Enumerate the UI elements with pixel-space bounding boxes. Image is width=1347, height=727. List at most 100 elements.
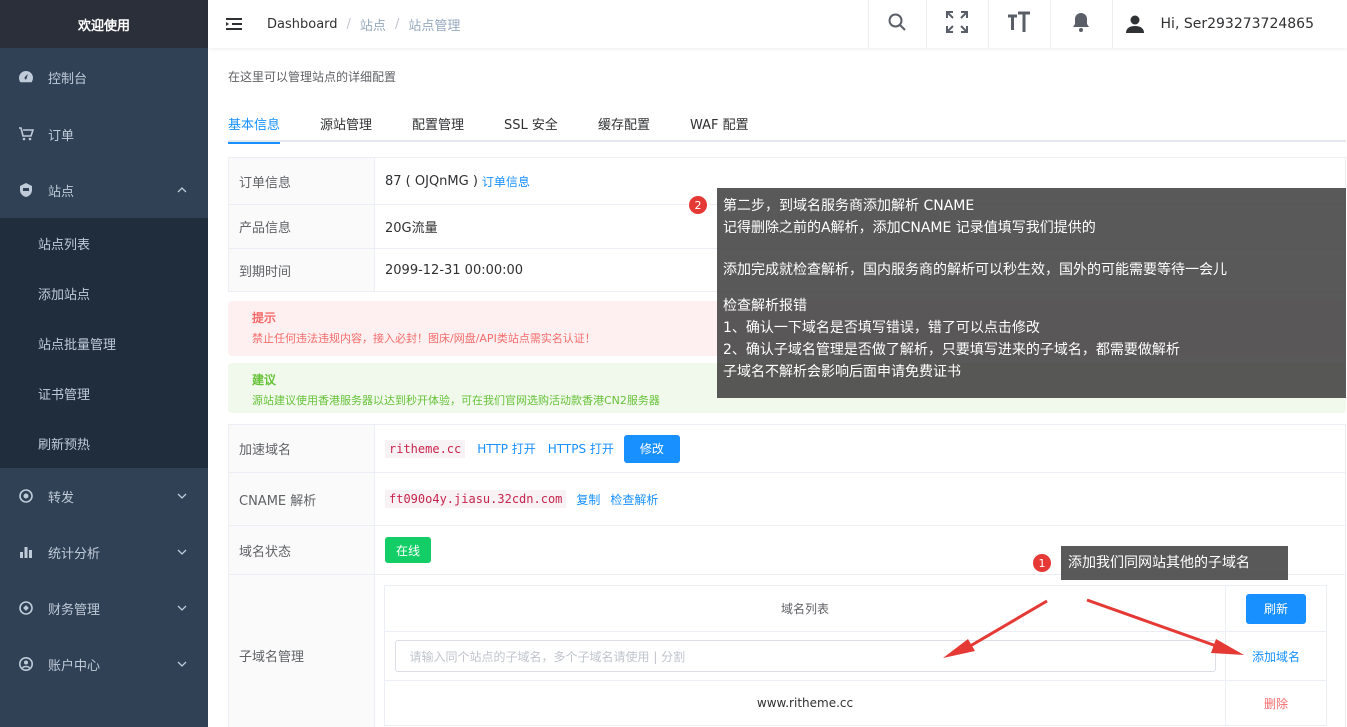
sidebar: 欢迎使用 控制台 订单 站点 站点列表 添加站点 站点批量管理 证书管理 刷新预… (0, 0, 208, 727)
chevron-down-icon (176, 546, 188, 558)
step2-line: 子域名不解析会影响后面申请免费证书 (723, 364, 961, 380)
domain-value: ritheme.cc (385, 439, 466, 458)
header-actions: Hi, Ser293273724865 (867, 0, 1347, 48)
tab-ssl[interactable]: SSL 安全 (504, 114, 558, 142)
domain-list-header: 域名列表 (385, 586, 1226, 631)
tab-bar: 基本信息 源站管理 配置管理 SSL 安全 缓存配置 WAF 配置 (228, 114, 1346, 144)
chevron-down-icon (176, 658, 188, 670)
page-description: 在这里可以管理站点的详细配置 (228, 70, 397, 84)
https-open-link[interactable]: HTTPS 打开 (548, 440, 614, 457)
forward-icon (18, 488, 34, 504)
user-greeting: Hi, Ser293273724865 (1160, 16, 1314, 32)
step2-line: 检查解析报错 (723, 298, 807, 314)
sidebar-item-label: 账户中心 (48, 658, 101, 674)
chevron-up-icon (176, 184, 188, 196)
sidebar-item-forward[interactable]: 转发 (0, 468, 208, 524)
status-label: 域名状态 (229, 526, 375, 574)
refresh-button[interactable]: 刷新 (1246, 593, 1306, 624)
sidebar-subitem-add-site[interactable]: 添加站点 (0, 268, 208, 318)
breadcrumb-sites[interactable]: 站点 (360, 15, 386, 34)
sidebar-item-statistics[interactable]: 统计分析 (0, 524, 208, 580)
sidebar-subitem-site-list[interactable]: 站点列表 (0, 218, 208, 268)
check-dns-link[interactable]: 检查解析 (610, 491, 658, 508)
breadcrumb-site-manage: 站点管理 (408, 18, 461, 34)
breadcrumb: Dashboard / 站点 / 站点管理 (267, 15, 460, 34)
tab-basic-info[interactable]: 基本信息 (228, 114, 281, 144)
sidebar-item-dashboard[interactable]: 控制台 (0, 48, 208, 106)
sidebar-item-finance[interactable]: 财务管理 (0, 580, 208, 636)
domain-label: 加速域名 (229, 425, 375, 472)
subdomain-table: 域名列表 刷新 请输入同个站点的子域名，多个子域名请使用 | 分割 添加域名 w… (384, 585, 1327, 726)
sidebar-item-account[interactable]: 账户中心 (0, 636, 208, 692)
notification-button[interactable] (1049, 0, 1112, 48)
step1-tooltip: 添加我们同网站其他的子域名 (1061, 546, 1288, 580)
sidebar-item-label: 财务管理 (48, 602, 101, 618)
cname-row: CNAME 解析 ft090o4y.jiasu.32cdn.com 复制 检查解… (229, 473, 1345, 526)
chevron-down-icon (176, 602, 188, 614)
user-menu[interactable]: Hi, Ser293273724865 (1111, 0, 1347, 48)
status-badge: 在线 (385, 537, 431, 563)
sidebar-item-label: 订单 (48, 128, 75, 144)
tab-config[interactable]: 配置管理 (412, 114, 464, 142)
breadcrumb-separator: / (346, 16, 351, 32)
step2-line: 1、确认一下域名是否填写错误，错了可以点击修改 (723, 320, 1040, 336)
order-value: 87 ( OJQnMG ) (385, 173, 478, 189)
chevron-down-icon (176, 490, 188, 502)
sites-submenu: 站点列表 添加站点 站点批量管理 证书管理 刷新预热 (0, 218, 208, 468)
breadcrumb-separator: / (394, 16, 400, 32)
tab-waf[interactable]: WAF 配置 (690, 114, 749, 142)
sidebar-item-label: 控制台 (48, 71, 88, 87)
cname-value: ft090o4y.jiasu.32cdn.com (385, 490, 567, 508)
step2-badge: 2 (688, 195, 708, 215)
sidebar-item-label: 转发 (48, 490, 75, 506)
sidebar-item-sites[interactable]: 站点 (0, 162, 208, 218)
sidebar-item-orders[interactable]: 订单 (0, 106, 208, 162)
add-domain-cell: 添加域名 (1226, 632, 1326, 680)
table-row: www.ritheme.cc 删除 (385, 681, 1326, 725)
subdomain-header-row: 域名列表 刷新 (385, 586, 1326, 632)
user-circle-icon (18, 656, 34, 672)
search-button[interactable] (867, 0, 926, 48)
cname-value-cell: ft090o4y.jiasu.32cdn.com 复制 检查解析 (375, 473, 1345, 525)
avatar-icon (1125, 14, 1145, 34)
domain-value-cell: ritheme.cc HTTP 打开 HTTPS 打开 修改 (375, 425, 1345, 472)
font-size-button[interactable] (987, 0, 1050, 48)
subdomain-input[interactable]: 请输入同个站点的子域名，多个子域名请使用 | 分割 (394, 640, 1216, 672)
tab-cache[interactable]: 缓存配置 (598, 114, 650, 142)
tab-origin[interactable]: 源站管理 (320, 114, 372, 142)
fullscreen-button[interactable] (925, 0, 988, 48)
sidebar-item-label: 站点 (48, 184, 75, 200)
breadcrumb-dashboard[interactable]: Dashboard (267, 17, 338, 32)
text-size-icon (1006, 10, 1032, 38)
sidebar-subitem-batch-manage[interactable]: 站点批量管理 (0, 318, 208, 368)
sidebar-item-label: 统计分析 (48, 546, 101, 562)
bell-icon (1071, 11, 1091, 37)
subdomain-label: 子域名管理 (229, 575, 375, 727)
search-icon (887, 12, 907, 36)
step2-line: 第二步，到域名服务商添加解析 CNAME (723, 198, 975, 214)
expire-label: 到期时间 (229, 249, 375, 291)
subdomain-input-cell: 请输入同个站点的子域名，多个子域名请使用 | 分割 (385, 632, 1226, 680)
site-icon (18, 182, 34, 198)
fullscreen-icon (945, 10, 969, 38)
order-info-link[interactable]: 订单信息 (482, 173, 530, 190)
money-icon (18, 600, 34, 616)
step1-badge: 1 (1032, 553, 1052, 573)
menu-toggle-icon[interactable] (225, 15, 243, 33)
copy-cname-link[interactable]: 复制 (576, 491, 600, 508)
top-header: Dashboard / 站点 / 站点管理 Hi, Ser29327372486… (208, 0, 1347, 48)
http-open-link[interactable]: HTTP 打开 (477, 440, 536, 457)
order-label: 订单信息 (229, 158, 375, 204)
sidebar-brand: 欢迎使用 (0, 0, 208, 48)
add-domain-link[interactable]: 添加域名 (1252, 648, 1300, 665)
subdomain-input-row: 请输入同个站点的子域名，多个子域名请使用 | 分割 添加域名 (385, 632, 1326, 681)
step2-line: 2、确认子域名管理是否做了解析，只要填写进来的子域名，都需要做解析 (723, 342, 1180, 358)
delete-link[interactable]: 删除 (1264, 695, 1288, 712)
subdomain-value: www.ritheme.cc (385, 681, 1226, 725)
dashboard-icon (18, 69, 34, 85)
sidebar-subitem-certificates[interactable]: 证书管理 (0, 368, 208, 418)
bar-chart-icon (18, 544, 34, 560)
product-label: 产品信息 (229, 205, 375, 248)
edit-domain-button[interactable]: 修改 (623, 434, 680, 463)
sidebar-subitem-refresh-preheat[interactable]: 刷新预热 (0, 418, 208, 468)
